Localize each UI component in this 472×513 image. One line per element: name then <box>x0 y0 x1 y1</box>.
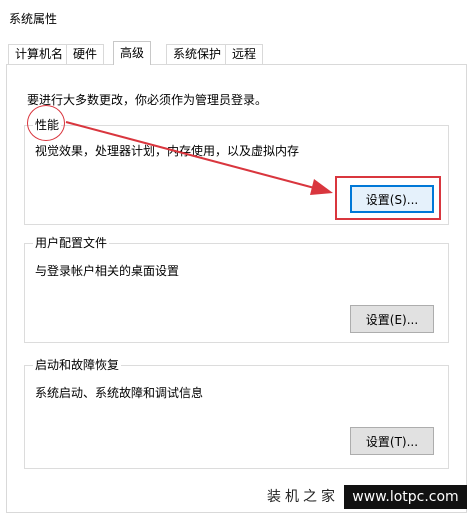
advanced-tab-panel: 要进行大多数更改，你必须作为管理员登录。 性能 视觉效果，处理器计划，内存使用，… <box>6 64 467 513</box>
performance-group: 性能 视觉效果，处理器计划，内存使用，以及虚拟内存 设置(S)... <box>24 117 449 225</box>
startup-recovery-description: 系统启动、系统故障和调试信息 <box>35 386 204 400</box>
tab-bar: 计算机名 硬件 高级 系统保护 远程 <box>0 36 472 65</box>
startup-recovery-settings-button[interactable]: 设置(T)... <box>350 427 434 455</box>
user-profiles-group-title: 用户配置文件 <box>33 235 110 251</box>
watermark-url: www.lotpc.com <box>344 485 467 509</box>
tab-hardware[interactable]: 硬件 <box>66 44 105 65</box>
admin-notice-text: 要进行大多数更改，你必须作为管理员登录。 <box>27 93 268 107</box>
tab-remote[interactable]: 远程 <box>225 44 264 65</box>
performance-description: 视觉效果，处理器计划，内存使用，以及虚拟内存 <box>35 144 300 158</box>
watermark: 装机之家 www.lotpc.com <box>264 483 467 509</box>
watermark-text: 装机之家 <box>264 485 342 509</box>
system-properties-window: 系统属性 计算机名 硬件 高级 系统保护 远程 要进行大多数更改，你必须作为管理… <box>0 0 472 513</box>
startup-recovery-group: 启动和故障恢复 系统启动、系统故障和调试信息 设置(T)... <box>24 357 449 469</box>
tab-system-protection[interactable]: 系统保护 <box>166 44 229 65</box>
user-profiles-settings-button[interactable]: 设置(E)... <box>350 305 434 333</box>
window-title: 系统属性 <box>9 12 58 26</box>
performance-settings-button[interactable]: 设置(S)... <box>350 185 434 213</box>
startup-recovery-group-title: 启动和故障恢复 <box>33 357 122 373</box>
title-bar[interactable]: 系统属性 <box>0 0 472 36</box>
tab-computer-name[interactable]: 计算机名 <box>8 44 71 65</box>
user-profiles-description: 与登录帐户相关的桌面设置 <box>35 264 180 278</box>
user-profiles-group: 用户配置文件 与登录帐户相关的桌面设置 设置(E)... <box>24 235 449 343</box>
tab-advanced[interactable]: 高级 <box>113 41 152 65</box>
performance-group-title: 性能 <box>33 117 62 133</box>
